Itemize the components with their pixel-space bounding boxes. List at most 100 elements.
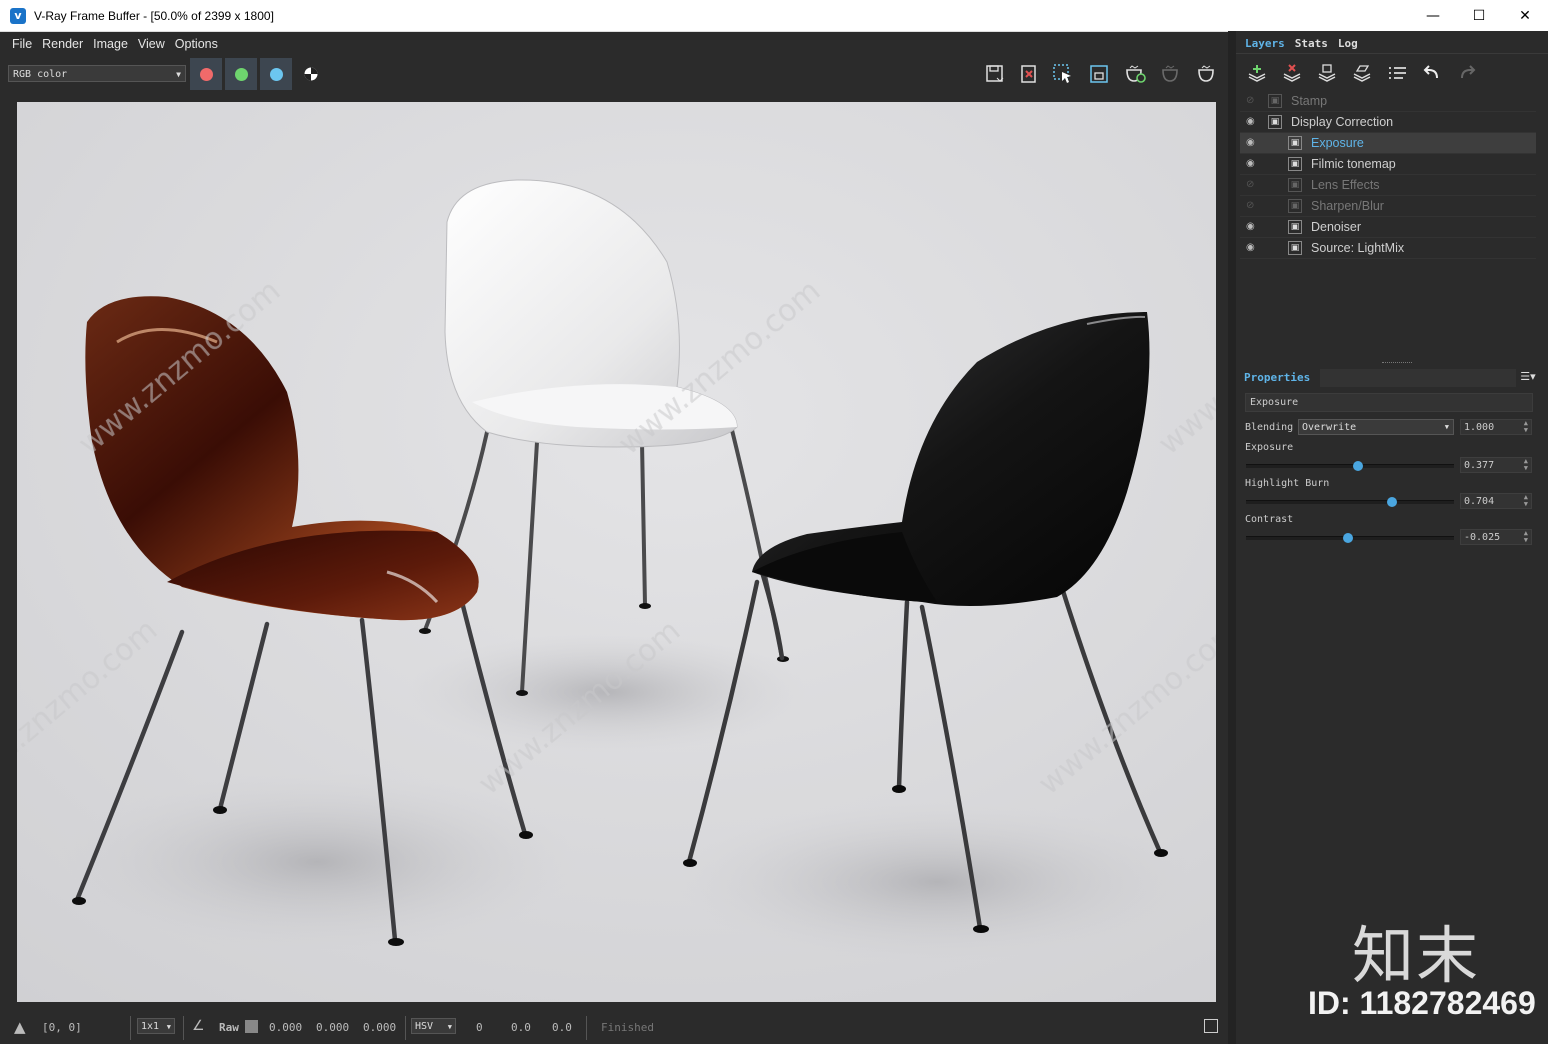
toolbar: RGB color ▼ [0,58,1228,90]
undo-icon[interactable] [1419,61,1445,85]
layer-type-icon: ▣ [1268,94,1282,108]
param-value-field[interactable]: -0.025 ▲ ▼ [1460,529,1532,545]
zoom-select[interactable]: 1x1 ▼ [137,1018,175,1034]
slider-handle[interactable] [1386,497,1397,507]
save-icon[interactable] [984,64,1006,84]
eye-off-icon[interactable]: ⊘ [1246,180,1258,190]
param-value: -0.025 [1464,532,1501,543]
param-label: Highlight Burn [1245,478,1330,489]
menu-options[interactable]: Options [175,37,218,51]
param-value-field[interactable]: 0.704 ▲ ▼ [1460,493,1532,509]
render-viewport[interactable]: www.znzmo.com www.znzmo.com www.znzmo.co… [17,102,1216,1002]
layer-name: Exposure [1311,136,1364,150]
save-layers-icon[interactable] [1314,61,1340,85]
region-select-icon[interactable] [1052,64,1074,84]
blue-channel-button[interactable] [260,58,292,90]
layer-name: Source: LightMix [1311,241,1405,255]
blue-dot-icon [269,67,283,81]
layers-panel: Layers Stats Log ⊘ ▣ Stamp ◉ ▣ Display Correc… [1236,31,1548,1044]
eye-icon[interactable]: ◉ [1246,159,1258,169]
render-interactive-icon[interactable] [1124,64,1146,84]
param-slider[interactable] [1246,533,1454,543]
channel-select[interactable]: RGB color ▼ [8,65,186,82]
param-slider[interactable] [1246,461,1454,471]
title-bar: v V-Ray Frame Buffer - [50.0% of 2399 x … [0,0,1548,32]
track-region-icon[interactable] [1088,64,1110,84]
eye-off-icon[interactable]: ⊘ [1246,201,1258,211]
eye-icon[interactable]: ◉ [1246,138,1258,148]
properties-menu-icon[interactable]: ☰▾ [1518,370,1538,386]
layer-type-icon: ▣ [1288,157,1302,171]
layer-row[interactable]: ◉ ▣ Exposure [1240,133,1536,154]
menu-view[interactable]: View [138,37,165,51]
layer-row[interactable]: ⊘ ▣ Sharpen/Blur [1240,196,1536,217]
blending-amount-field[interactable]: 1.000 ▲ ▼ [1460,419,1532,435]
eye-icon[interactable]: ◉ [1246,117,1258,127]
maximize-icon[interactable]: ☐ [1456,0,1502,31]
red-channel-button[interactable] [190,58,222,90]
layer-row[interactable]: ⊘ ▣ Stamp [1240,91,1536,112]
spinner-icon[interactable]: ▲ ▼ [1524,420,1528,434]
chevron-down-icon: ▼ [166,1023,171,1031]
menu-render[interactable]: Render [42,37,83,51]
blending-label: Blending [1245,422,1294,433]
layer-name-field[interactable]: Exposure [1245,393,1533,412]
status-g: 0.000 [316,1021,350,1034]
param-slider[interactable] [1246,497,1454,507]
render-disabled-icon [1160,64,1182,84]
slider-handle[interactable] [1342,533,1353,543]
mono-channel-icon[interactable] [300,64,322,84]
layer-type-icon: ▣ [1288,241,1302,255]
layer-type-icon: ▣ [1268,115,1282,129]
param-label: Exposure [1245,442,1294,453]
menu-file[interactable]: File [12,37,32,51]
slider-handle[interactable] [1353,461,1364,471]
layer-type-icon: ▣ [1288,220,1302,234]
blending-select[interactable]: Overwrite ▼ [1298,419,1454,435]
param-value: 0.704 [1464,496,1495,507]
blending-value: Overwrite [1302,422,1357,433]
color-mode-select[interactable]: HSV ▼ [411,1018,456,1034]
curve-icon[interactable]: ∠ [192,1018,205,1034]
eye-icon[interactable]: ◉ [1246,222,1258,232]
tab-layers[interactable]: Layers [1240,35,1290,55]
clear-icon[interactable] [1018,64,1040,84]
spinner-icon[interactable]: ▲ ▼ [1524,494,1528,508]
layer-row[interactable]: ◉ ▣ Display Correction [1240,112,1536,133]
layer-row[interactable]: ◉ ▣ Denoiser [1240,217,1536,238]
layer-row[interactable]: ◉ ▣ Source: LightMix [1240,238,1536,259]
tab-log[interactable]: Log [1333,35,1363,55]
status-v: 0.0 [552,1021,572,1034]
zoom-value: 1x1 [141,1021,160,1032]
layer-type-icon: ▣ [1288,136,1302,150]
pick-icon[interactable]: ▲ [14,1018,26,1036]
add-layer-icon[interactable] [1244,61,1270,85]
raw-color-swatch [245,1020,258,1033]
panel-toggle-icon[interactable] [1204,1019,1218,1033]
eye-off-icon[interactable]: ⊘ [1246,96,1258,106]
param-value-field[interactable]: 0.377 ▲ ▼ [1460,457,1532,473]
layer-row[interactable]: ⊘ ▣ Lens Effects [1240,175,1536,196]
panel-divider[interactable] [1236,361,1548,365]
menu-image[interactable]: Image [93,37,128,51]
close-icon[interactable]: ✕ [1502,0,1548,31]
status-r: 0.000 [269,1021,303,1034]
blending-amount: 1.000 [1464,422,1495,433]
layer-list-icon[interactable] [1384,61,1410,85]
green-channel-button[interactable] [225,58,257,90]
minimize-icon[interactable]: — [1410,0,1456,31]
param-value: 0.377 [1464,460,1495,471]
viewport-gutter [0,90,17,1002]
load-layers-icon[interactable] [1349,61,1375,85]
window-title: V-Ray Frame Buffer - [50.0% of 2399 x 18… [34,8,274,23]
layer-name: Display Correction [1291,115,1394,129]
spinner-icon[interactable]: ▲ ▼ [1524,458,1528,472]
panel-splitter[interactable] [1228,31,1236,1044]
delete-layer-icon[interactable] [1279,61,1305,85]
eye-icon[interactable]: ◉ [1246,243,1258,253]
spinner-icon[interactable]: ▲ ▼ [1524,530,1528,544]
layer-row[interactable]: ◉ ▣ Filmic tonemap [1240,154,1536,175]
render-image: www.znzmo.com www.znzmo.com www.znzmo.co… [17,102,1216,1002]
tab-stats[interactable]: Stats [1290,35,1333,55]
render-icon[interactable] [1196,64,1218,84]
